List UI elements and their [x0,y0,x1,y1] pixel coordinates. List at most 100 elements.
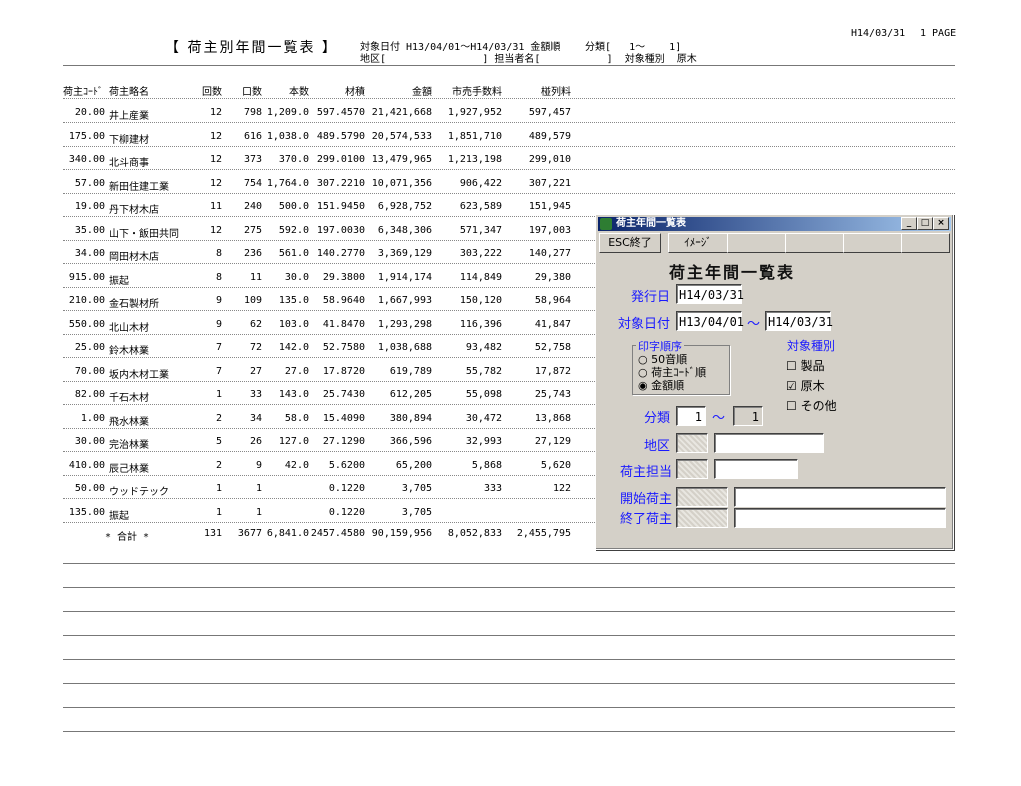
toolbar-button-5[interactable] [843,233,902,253]
owner-code-field[interactable] [676,459,708,479]
class-to-field[interactable]: 1 [733,406,763,426]
table-cell: 1 [215,389,222,400]
table-cell: 5 [215,436,222,447]
type-check-product[interactable]: ☐ 製品 [786,357,825,374]
table-cell: 915.00 [68,272,105,283]
table-cell: 489,579 [528,131,571,142]
toolbar-button-4[interactable] [785,233,844,253]
issue-date-field[interactable]: H14/03/31 [676,284,744,304]
table-cell: 197,003 [528,225,571,236]
table-cell: 109 [243,295,262,306]
table-cell: 612,205 [389,389,432,400]
table-cell: 116,396 [459,319,502,330]
table-cell: 1,209.0 [266,107,309,118]
end-shipper-name-field[interactable] [734,508,946,528]
blank-rule [63,587,955,588]
start-shipper-name-field[interactable] [734,487,946,507]
area-label: 地区 [644,439,671,454]
column-header: 本数 [289,87,309,98]
row-divider [63,193,955,194]
blank-rule [63,635,955,636]
table-cell: 561.0 [278,248,309,259]
table-cell: 27.1290 [322,436,365,447]
area-name-field[interactable] [714,433,824,453]
table-cell: 12 [209,107,222,118]
table-cell: 1 [255,507,262,518]
table-cell: 35.00 [74,225,105,236]
table-cell: 0.1220 [328,483,365,494]
table-cell: 52.7580 [322,342,365,353]
row-divider [63,169,955,170]
end-shipper-code-field[interactable] [676,508,728,528]
table-cell: 3,705 [401,507,432,518]
table-cell: 34.00 [74,248,105,259]
table-cell: 58.0 [284,413,309,424]
date-from-field[interactable]: H13/04/01 [676,311,744,331]
close-icon[interactable]: × [933,217,949,230]
table-cell: 58,964 [534,295,571,306]
table-cell: 340.00 [68,154,105,165]
issue-date-label: 発行日 [631,290,671,305]
table-cell: 鈴木林業 [109,346,149,357]
table-cell: 27 [249,366,262,377]
table-cell: 10,071,356 [371,178,432,189]
table-cell: 6,348,306 [377,225,432,236]
table-cell: 366,596 [389,436,432,447]
table-cell: 振起 [109,276,129,287]
table-cell: 9 [215,319,222,330]
table-cell: 7 [215,366,222,377]
owner-label: 荷主担当 [620,465,673,480]
dialog-titlebar[interactable]: 荷主年間一覧表 _ □ × [598,217,951,231]
table-cell: 798 [243,107,262,118]
table-cell: 410.00 [68,460,105,471]
image-preview-button[interactable]: ｲﾒｰｼﾞ [668,233,728,253]
table-cell: 65,200 [395,460,432,471]
table-cell: 3,369,129 [377,248,432,259]
table-cell: 11 [209,201,222,212]
dialog-title: 荷主年間一覧表 [616,218,686,229]
table-cell: 619,789 [389,366,432,377]
table-cell: 275 [243,225,262,236]
maximize-icon[interactable]: □ [917,217,933,230]
table-cell: 299.0100 [316,154,365,165]
table-cell: 19.00 [74,201,105,212]
table-cell: 135.0 [278,295,309,306]
owner-name-field[interactable] [714,459,798,479]
table-cell: 1,927,952 [447,107,502,118]
table-cell: 1.00 [80,413,105,424]
blank-rule [63,563,955,564]
column-header: 椪列料 [541,87,571,98]
table-cell: 17,872 [534,366,571,377]
table-cell: 1,667,993 [377,295,432,306]
table-cell: 140,277 [528,248,571,259]
type-check-other[interactable]: ☐ その他 [786,397,837,414]
column-header: 荷主略名 [109,87,149,98]
table-cell: 550.00 [68,319,105,330]
esc-exit-button[interactable]: ESC終了 [599,233,661,253]
blank-rule [63,707,955,708]
app-icon [600,218,612,230]
date-to-field[interactable]: H14/03/31 [765,311,833,331]
table-cell: 振起 [109,511,129,522]
start-shipper-code-field[interactable] [676,487,728,507]
table-cell: 29.3800 [322,272,365,283]
column-header: 回数 [202,87,222,98]
class-from-field[interactable]: 1 [676,406,706,426]
toolbar-button-6[interactable] [901,233,950,253]
minimize-icon[interactable]: _ [901,217,917,230]
dialog-heading: 荷主年間一覧表 [669,263,796,282]
area-code-field[interactable] [676,433,708,453]
table-cell: 58.9640 [322,295,365,306]
blank-rule [63,659,955,660]
table-cell: 307.2210 [316,178,365,189]
total-cell: 90,159,956 [371,528,432,539]
toolbar-button-3[interactable] [727,233,786,253]
column-header: 材積 [345,87,365,98]
row-divider [63,122,955,123]
type-check-log[interactable]: ☑ 原木 [786,377,825,394]
table-cell: 12 [209,131,222,142]
table-cell: 下柳建材 [109,135,149,146]
order-option-amount[interactable]: ◉ 金額順 [638,377,684,393]
table-cell: 29,380 [534,272,571,283]
table-cell: 52,758 [534,342,571,353]
